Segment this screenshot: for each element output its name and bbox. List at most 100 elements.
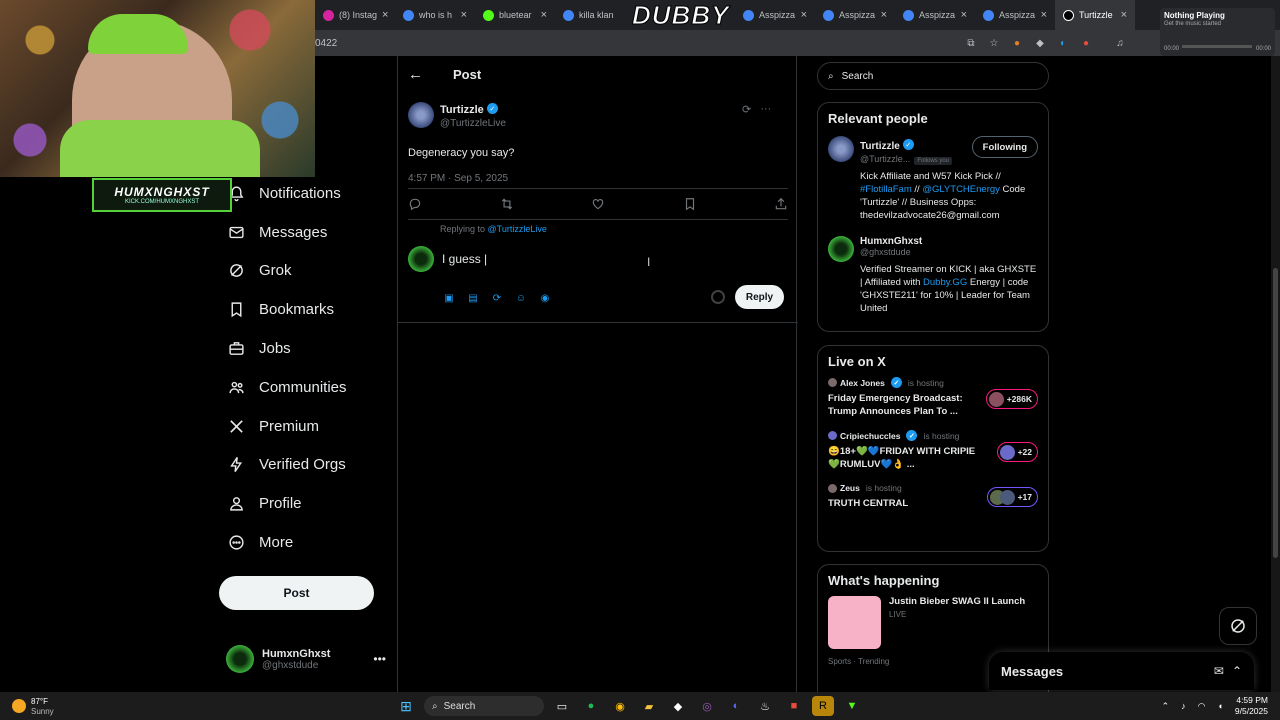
star-icon[interactable]: ☆	[987, 36, 1001, 50]
app-icon[interactable]: ◎	[696, 696, 718, 716]
live-item[interactable]: Alex Jones ✓ is hosting Friday Emergency B…	[818, 369, 1048, 418]
browser-tab[interactable]: who is h ×	[395, 0, 475, 30]
back-arrow-icon[interactable]: ←	[408, 66, 423, 83]
tweet-author-name[interactable]: Turtizzle	[440, 104, 484, 116]
music-icon[interactable]: ♫	[1113, 36, 1127, 50]
spotify-icon[interactable]: ●	[580, 696, 602, 716]
tab-close-icon[interactable]: ×	[1041, 9, 1047, 21]
browser-tab[interactable]: (8) Instag ×	[315, 0, 395, 30]
page-scrollbar[interactable]	[1271, 56, 1280, 692]
tab-close-icon[interactable]: ×	[1121, 9, 1127, 21]
weather-widget[interactable]: 87°F Sunny	[12, 692, 54, 720]
browser-tab[interactable]: Asspizza ×	[735, 0, 815, 30]
volume-icon[interactable]: ◖	[1217, 701, 1222, 711]
person-name[interactable]: HumxnGhxst	[860, 236, 1038, 247]
emoji-icon[interactable]: ☺	[514, 291, 528, 305]
more-dots-icon[interactable]: •••	[373, 652, 386, 666]
chrome-icon[interactable]: ◉	[609, 696, 631, 716]
live-item[interactable]: Cripiechuccles ✓ is hosting 😄18+💚💙FRIDAY W…	[818, 418, 1048, 471]
tab-close-icon[interactable]: ×	[461, 9, 467, 21]
avatar[interactable]	[828, 136, 854, 162]
scrollbar-thumb[interactable]	[1273, 268, 1278, 558]
nav-item-more[interactable]: More	[218, 523, 388, 562]
avatar[interactable]	[408, 101, 434, 128]
tab-close-icon[interactable]: ×	[541, 9, 547, 21]
extension-icon[interactable]: ●	[1079, 36, 1093, 50]
nav-item-profile[interactable]: Profile	[218, 484, 388, 523]
task-view-icon[interactable]: ▭	[551, 696, 573, 716]
person-row[interactable]: Turtizzle ✓ @Turtizzle... Follows you Foll…	[818, 126, 1048, 222]
location-icon[interactable]: ◉	[538, 291, 552, 305]
replying-handle-link[interactable]: @TurtizzleLive	[488, 224, 547, 234]
tab-close-icon[interactable]: ×	[961, 9, 967, 21]
browser-tab[interactable]: Asspizza ×	[895, 0, 975, 30]
repost-icon[interactable]	[500, 197, 514, 211]
taskbar-search[interactable]: ⌕ Search	[424, 696, 544, 716]
clock[interactable]: 4:59 PM 9/5/2025	[1235, 695, 1268, 717]
media-progress-bar[interactable]	[1182, 45, 1252, 48]
nav-item-premium[interactable]: Premium	[218, 407, 388, 446]
bio-link[interactable]: Dubby.GG	[923, 277, 967, 288]
following-button[interactable]: Following	[971, 136, 1038, 158]
grok-icon[interactable]: ⟳	[490, 291, 504, 305]
image-icon[interactable]: ▣	[442, 291, 456, 305]
expand-icon[interactable]: ⌃	[1232, 664, 1242, 678]
live-item[interactable]: Zeus is hosting TRUTH CENTRAL +17	[818, 471, 1048, 510]
nav-item-grok[interactable]: Grok	[218, 252, 388, 291]
live-listener-pill[interactable]: +22	[996, 442, 1038, 462]
discord-icon[interactable]: ◐	[725, 696, 747, 716]
extension-icon[interactable]: ●	[1010, 36, 1024, 50]
tab-close-icon[interactable]: ×	[382, 9, 388, 21]
wifi-icon[interactable]: ◠	[1198, 701, 1206, 712]
tab-close-icon[interactable]: ×	[801, 9, 807, 21]
app-icon[interactable]: ■	[783, 696, 805, 716]
live-listener-pill[interactable]: +17	[986, 487, 1038, 507]
app-icon[interactable]: ◆	[667, 696, 689, 716]
nav-item-jobs[interactable]: Jobs	[218, 329, 388, 368]
nav-item-bookmarks[interactable]: Bookmarks	[218, 290, 388, 329]
browser-tab[interactable]: bluetear ×	[475, 0, 555, 30]
browser-tab-active[interactable]: Turtizzle ×	[1055, 0, 1135, 30]
browser-tab[interactable]: killa klan	[555, 0, 635, 30]
nav-item-messages[interactable]: Messages	[218, 213, 388, 252]
search-input[interactable]: ⌕ Search	[817, 62, 1049, 90]
mention-link[interactable]: @GLYTCHEnergy	[922, 184, 1000, 195]
steam-icon[interactable]: ♨	[754, 696, 776, 716]
grok-icon[interactable]: ⟳	[742, 103, 751, 116]
person-name[interactable]: Turtizzle	[860, 141, 900, 152]
reply-button[interactable]: Reply	[735, 285, 784, 309]
more-dots-icon[interactable]: ···	[760, 103, 771, 116]
messages-drawer[interactable]: Messages ✉ ⌃	[989, 652, 1254, 690]
browser-tab[interactable]: Asspizza ×	[975, 0, 1055, 30]
extension-icon[interactable]: ◆	[1033, 36, 1047, 50]
app-icon[interactable]: ▼	[841, 696, 863, 716]
url-text[interactable]: 0422	[315, 38, 955, 49]
post-button[interactable]: Post	[219, 576, 374, 610]
browser-tab[interactable]: Asspizza ×	[815, 0, 895, 30]
extension-icon[interactable]: ◐	[1056, 36, 1070, 50]
nav-item-communities[interactable]: Communities	[218, 368, 388, 407]
trend-item[interactable]: Justin Bieber SWAG II Launch LIVE	[818, 588, 1048, 657]
app-icon[interactable]: R	[812, 696, 834, 716]
person-row[interactable]: HumxnGhxst @ghxstdude Verified Streamer …	[818, 222, 1048, 315]
reply-input[interactable]: I guess |	[442, 252, 487, 266]
windows-start-icon[interactable]: ⊞	[395, 696, 417, 716]
gif-icon[interactable]: ▤	[466, 291, 480, 305]
install-icon[interactable]: ⧉	[964, 36, 978, 50]
reply-icon[interactable]	[408, 197, 422, 211]
tab-close-icon[interactable]: ×	[881, 9, 887, 21]
nav-item-notifications[interactable]: Notifications	[218, 174, 388, 213]
new-message-icon[interactable]: ✉	[1214, 664, 1224, 678]
chevron-up-icon[interactable]: ⌃	[1162, 701, 1170, 712]
tweet-author-handle[interactable]: @TurtizzleLive	[440, 118, 506, 129]
live-listener-pill[interactable]: +286K	[985, 389, 1038, 409]
avatar[interactable]	[828, 236, 854, 262]
address-bar[interactable]: 0422 ⧉ ☆ ● ◆ ◐ ● ♫	[315, 30, 1280, 56]
tweet-timestamp[interactable]: 4:57 PM · Sep 5, 2025	[408, 173, 788, 184]
share-icon[interactable]	[774, 197, 788, 211]
account-switcher[interactable]: HumxnGhxst @ghxstdude •••	[226, 643, 386, 675]
microphone-icon[interactable]: ♪	[1181, 701, 1186, 711]
like-icon[interactable]	[591, 197, 605, 211]
hashtag-link[interactable]: #FlotillaFam	[860, 184, 912, 195]
folder-icon[interactable]: ▰	[638, 696, 660, 716]
